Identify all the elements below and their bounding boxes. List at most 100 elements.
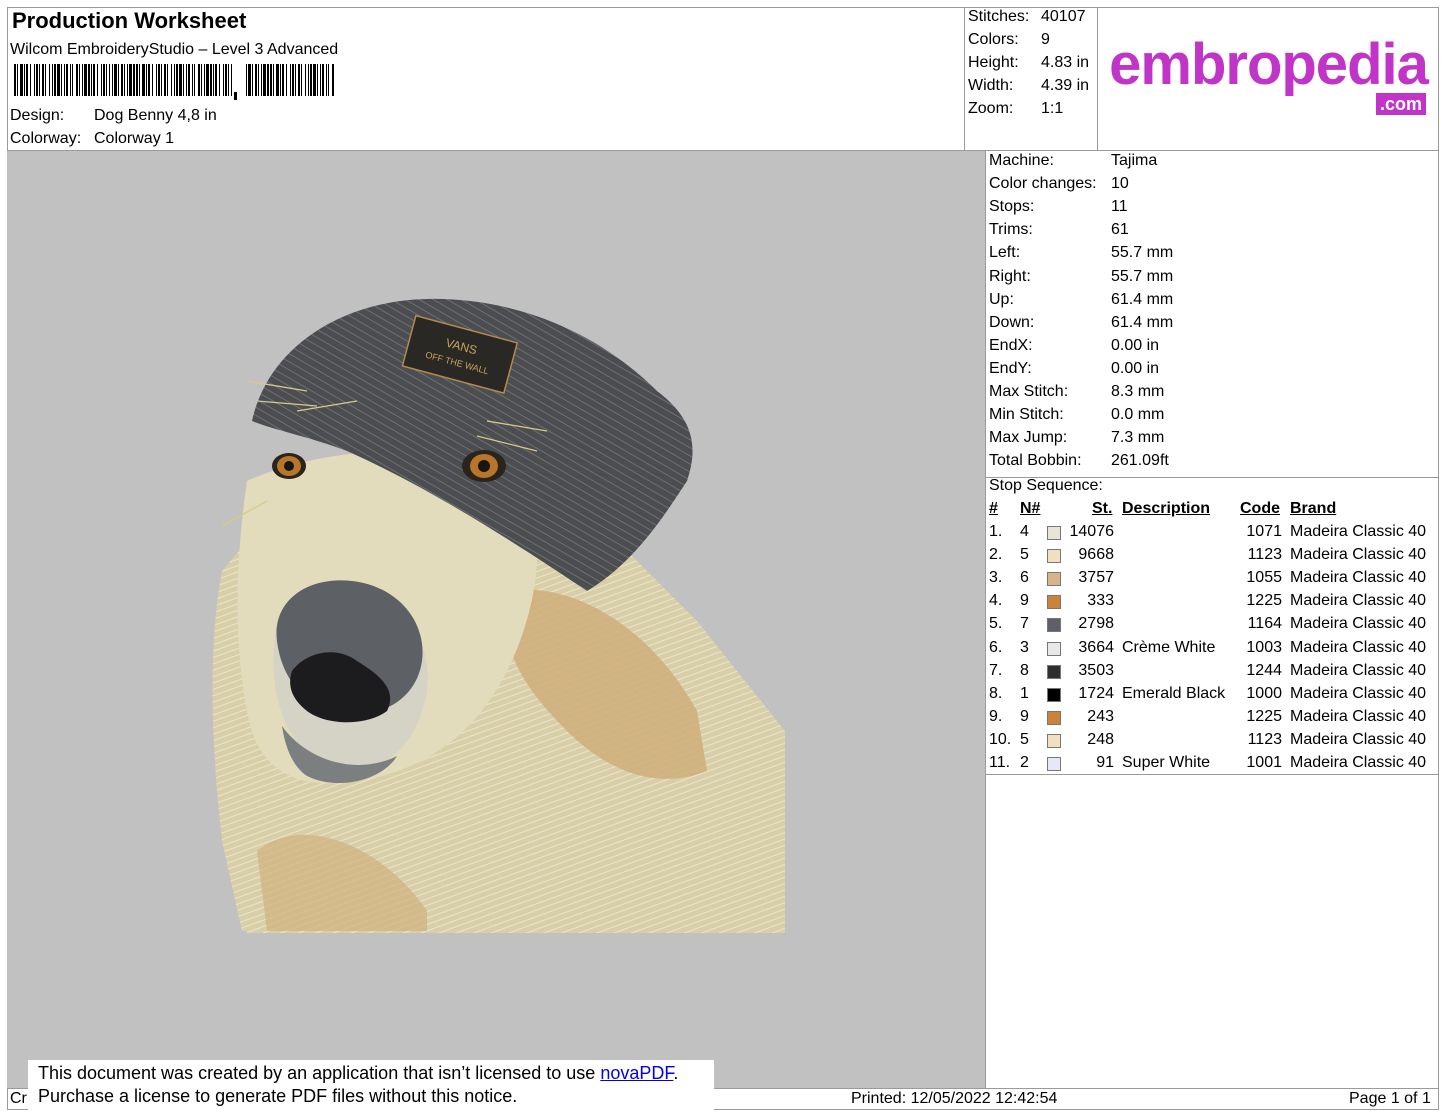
stop-row-code: 1164 (1247, 615, 1282, 633)
stop-row-number: 4. (989, 592, 1003, 610)
license-notice: This document was created by an applicat… (28, 1060, 714, 1112)
barcode-bar (320, 64, 321, 96)
machine-info-value: 61.4 mm (1111, 313, 1174, 331)
stop-row-brand: Madeira Classic 40 (1290, 615, 1427, 633)
barcode-bar (124, 64, 125, 96)
barcode-bar (310, 64, 312, 96)
stop-row-needle: 4 (1020, 523, 1029, 540)
barcode-bar (64, 64, 65, 96)
barcode-bar (183, 64, 184, 96)
stop-row-needle: 6 (1020, 569, 1029, 587)
stop-row-brand: Madeira Classic 40 (1290, 684, 1427, 702)
barcode-bar (210, 64, 212, 96)
barcode-bar (290, 64, 291, 96)
barcode-bar (72, 64, 73, 96)
stop-row-stitches: 9668 (1078, 546, 1114, 564)
barcode-bar (158, 64, 160, 96)
stat-zoom-label: Zoom: (968, 100, 1014, 117)
stop-row-stitches: 248 (1087, 730, 1114, 748)
stop-row-stitches: 91 (1096, 754, 1114, 771)
barcode-bar (79, 64, 80, 96)
barcode-bar (148, 64, 150, 96)
machine-info-label: Min Stitch: (989, 406, 1064, 424)
barcode-bar (204, 64, 205, 96)
machine-info-value: Tajima (1111, 152, 1158, 169)
barcode-bar (146, 64, 147, 96)
machine-info-label: Left: (989, 244, 1021, 262)
machine-info-panel: Machine: Tajima Color changes: 10 Stops: 11 Tr… (986, 151, 1439, 1088)
barcode-bar (263, 64, 266, 96)
col-header-description: Description (1122, 500, 1211, 517)
stop-row-number: 9. (989, 707, 1003, 725)
stop-row-number: 10. (989, 730, 1012, 748)
machine-info-label: Down: (989, 313, 1035, 331)
stop-row-number: 5. (989, 615, 1003, 633)
footer-left-text: Cr (10, 1090, 27, 1107)
stat-colors-label: Colors: (968, 31, 1019, 48)
barcode-bar (176, 64, 178, 96)
barcode-bar (286, 64, 287, 96)
barcode-bar (179, 64, 182, 96)
barcode-bar (101, 64, 102, 96)
barcode-bar (152, 64, 153, 96)
col-header-stitches: St. (1092, 500, 1113, 517)
barcode-bar (109, 64, 110, 96)
barcode-bar (188, 64, 190, 96)
stop-row-number: 6. (989, 638, 1003, 656)
machine-info-value: 55.7 mm (1111, 244, 1174, 262)
barcode-bar (332, 64, 334, 96)
stop-row-needle: 5 (1020, 730, 1029, 748)
stop-row-brand: Madeira Classic 40 (1290, 730, 1427, 748)
col-header-code: Code (1240, 500, 1280, 517)
stop-row-number: 8. (989, 684, 1003, 702)
barcode-bar (305, 64, 306, 96)
machine-info-label: Trims: (989, 221, 1033, 239)
col-header-num: # (989, 500, 998, 517)
barcode-bar (198, 64, 200, 96)
barcode-bar (127, 64, 128, 96)
barcode-bar (17, 64, 18, 96)
design-value: Dog Benny 4,8 in (94, 107, 217, 124)
machine-info-label: EndX: (989, 336, 1033, 354)
machine-info-label: Total Bobbin: (989, 452, 1082, 470)
colorway-value: Colorway 1 (94, 130, 175, 147)
barcode-bar (298, 64, 300, 96)
barcode-bar (30, 64, 31, 96)
barcode-bar (61, 64, 62, 96)
barcode-bar (192, 64, 193, 96)
machine-info-label: Max Stitch: (989, 383, 1069, 400)
machine-info-value: 0.00 in (1111, 359, 1160, 377)
barcode-bar (14, 64, 16, 96)
stop-row-stitches: 14076 (1069, 523, 1115, 540)
barcode-bar (88, 64, 90, 96)
barcode-bar (273, 64, 274, 96)
barcode-bar (246, 64, 247, 96)
stop-row-stitches: 2798 (1078, 615, 1114, 633)
machine-info-label: Machine: (989, 152, 1054, 169)
stop-row-needle: 1 (1020, 684, 1029, 702)
stop-row-code: 1055 (1246, 569, 1282, 587)
barcode-bar (129, 64, 132, 96)
stop-row-needle: 8 (1020, 661, 1029, 679)
novapdf-link[interactable]: novaPDF (600, 1063, 673, 1083)
stop-row-needle: 2 (1020, 754, 1029, 771)
barcode-bar (213, 64, 214, 96)
barcode-bar (164, 64, 166, 96)
barcode-bar (49, 64, 50, 96)
stop-row-number: 1. (989, 523, 1003, 540)
barcode-separator (234, 92, 237, 100)
stat-width-value: 4.39 in (1041, 77, 1090, 94)
stop-row-code: 1001 (1246, 754, 1282, 771)
barcode-bar (42, 64, 44, 96)
stop-row-code: 1225 (1246, 592, 1282, 610)
barcode-bar (248, 64, 251, 96)
stat-stitches-value: 40107 (1041, 8, 1086, 25)
barcode-bar (66, 64, 68, 96)
stop-row-brand: Madeira Classic 40 (1290, 592, 1427, 610)
barcode-bar (156, 64, 157, 96)
barcode-bar (326, 64, 327, 96)
barcode-bar (225, 64, 227, 96)
barcode-bar (91, 64, 92, 96)
barcode-bar (228, 64, 229, 96)
barcode-bar (267, 64, 269, 96)
